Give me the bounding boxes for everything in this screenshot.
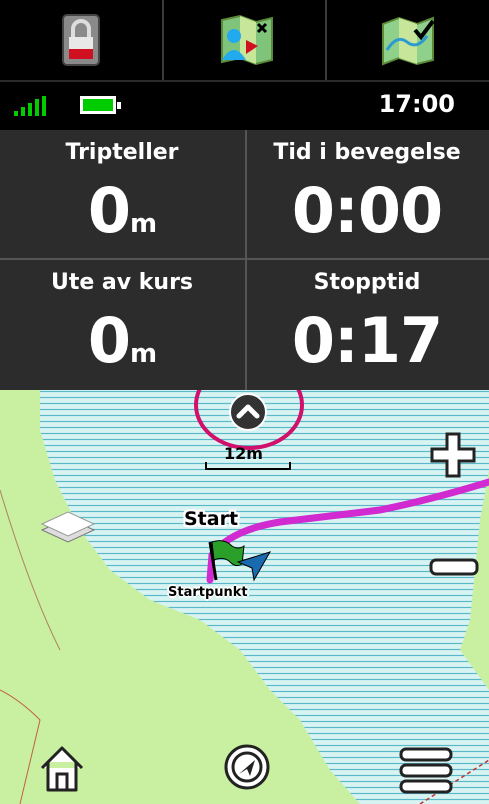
clock: 17:00 bbox=[378, 90, 455, 118]
gps-signal-icon bbox=[14, 96, 46, 116]
field-divider bbox=[0, 258, 489, 260]
map-view[interactable]: 12m Start Startpunkt bbox=[0, 390, 489, 804]
zoom-out-button[interactable] bbox=[428, 556, 480, 578]
start-flag-icon[interactable] bbox=[202, 536, 272, 586]
data-fields[interactable]: Tripteller 0m Tid i bevegelse 0:00 Ute a… bbox=[0, 130, 489, 390]
compass-icon[interactable] bbox=[222, 742, 272, 792]
home-icon[interactable] bbox=[38, 744, 86, 794]
expand-fields-button[interactable] bbox=[228, 392, 268, 432]
field-trip-odometer[interactable]: Tripteller 0m bbox=[0, 130, 244, 258]
waypoint-label: Startpunkt bbox=[168, 585, 248, 600]
field-divider bbox=[245, 130, 247, 390]
map-manager-button[interactable] bbox=[327, 0, 489, 80]
scale-label: 12m bbox=[224, 444, 263, 463]
where-to-button[interactable] bbox=[164, 0, 328, 80]
field-label: Tripteller bbox=[65, 140, 179, 165]
layers-icon[interactable] bbox=[38, 510, 98, 546]
field-value: 0m bbox=[87, 174, 157, 247]
field-label: Stopptid bbox=[313, 270, 421, 295]
field-value: 0:00 bbox=[291, 174, 443, 247]
zoom-in-button[interactable] bbox=[428, 430, 478, 480]
lock-icon bbox=[61, 14, 100, 66]
map-user-icon bbox=[220, 14, 273, 66]
field-label: Tid i bevegelse bbox=[273, 140, 461, 165]
field-value: 0m bbox=[87, 304, 157, 377]
field-stopped-time[interactable]: Stopptid 0:17 bbox=[245, 260, 489, 388]
field-value: 0:17 bbox=[291, 304, 443, 377]
field-off-course[interactable]: Ute av kurs 0m bbox=[0, 260, 244, 388]
lock-button[interactable] bbox=[0, 0, 164, 80]
menu-icon[interactable] bbox=[398, 746, 454, 796]
status-bar: 17:00 bbox=[0, 80, 489, 132]
map-check-icon bbox=[382, 16, 435, 66]
start-label: Start bbox=[184, 508, 239, 530]
battery-icon bbox=[80, 96, 121, 114]
field-label: Ute av kurs bbox=[50, 270, 194, 295]
field-moving-time[interactable]: Tid i bevegelse 0:00 bbox=[245, 130, 489, 258]
top-toolbar bbox=[0, 0, 489, 80]
